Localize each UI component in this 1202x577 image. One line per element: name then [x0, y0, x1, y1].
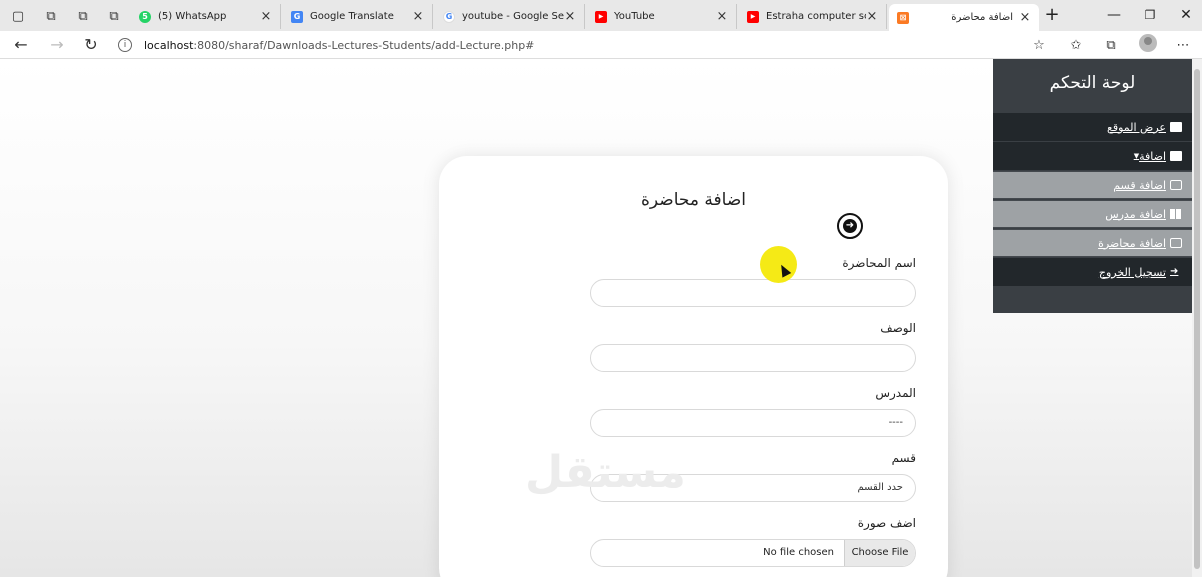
form-title: اضافة محاضرة [641, 190, 746, 210]
teacher-label: المدرس [875, 386, 916, 400]
google-icon: G [443, 10, 455, 23]
minimize-icon[interactable]: — [1104, 5, 1124, 25]
window-icon [1170, 122, 1182, 132]
sidebar-item-label: اضافة [1139, 149, 1166, 163]
add-lecture-form: اضافة محاضرة ➜ اسم المحاضرة الوصف المدرس… [439, 156, 948, 577]
choose-file-button[interactable]: Choose File [844, 540, 915, 566]
whatsapp-icon: 5 [139, 10, 151, 23]
grid-icon [1170, 209, 1182, 219]
sign-out-icon: ➜ [1170, 266, 1179, 277]
address-bar: ← → ↻ i localhost:8080/sharaf/Dawnloads-… [0, 31, 1202, 59]
scrollbar-thumb[interactable] [1194, 69, 1200, 569]
tab-title: اضافة محاضرة [951, 12, 1013, 23]
tab-youtube[interactable]: ▶ YouTube × [587, 4, 737, 29]
restore-icon[interactable]: ❐ [1140, 5, 1160, 25]
close-tab-icon[interactable]: × [716, 9, 728, 24]
tab-google-translate[interactable]: G Google Translate × [283, 4, 433, 29]
forward-icon[interactable]: → [46, 34, 68, 56]
google-translate-icon: G [291, 10, 303, 23]
pinned-tab-icon[interactable]: ⧉ [105, 7, 123, 25]
tab-title: Estraha computer science [766, 11, 866, 22]
profile-avatar[interactable] [1139, 34, 1157, 52]
description-label: الوصف [880, 321, 916, 335]
tab-estraha[interactable]: ▶ Estraha computer science × [739, 4, 887, 29]
close-tab-icon[interactable]: × [866, 9, 878, 24]
collections-icon[interactable]: ⧉ [1103, 38, 1119, 54]
sidebar-item-view-site[interactable]: عرض الموقع [993, 113, 1192, 141]
edit-icon [1170, 238, 1182, 248]
pinned-tab-icon[interactable]: ⧉ [42, 7, 60, 25]
more-icon[interactable]: ⋯ [1175, 38, 1191, 54]
sidebar-item-label: اضافة مدرس [1105, 207, 1166, 221]
section-label: قسم [891, 451, 916, 465]
tab-whatsapp[interactable]: 5 (5) WhatsApp × [131, 4, 281, 29]
sidebar-item-label: اضافة محاضرة [1098, 236, 1166, 250]
close-tab-icon[interactable]: × [412, 9, 424, 24]
xampp-icon: ⊠ [897, 11, 909, 24]
sidebar-item-add-teacher[interactable]: اضافة مدرس [993, 200, 1192, 228]
tab-title: (5) WhatsApp [158, 11, 227, 22]
favorites-icon[interactable]: ✩ [1068, 38, 1084, 54]
url-field[interactable]: i localhost:8080/sharaf/Dawnloads-Lectur… [118, 35, 1058, 55]
refresh-icon[interactable]: ↻ [80, 34, 102, 56]
youtube-icon: ▶ [747, 10, 759, 23]
sidebar-item-label: اضافة قسم [1113, 178, 1166, 192]
cursor-highlight [760, 246, 797, 283]
youtube-icon: ▶ [595, 10, 607, 23]
url-host: localhost [144, 38, 194, 52]
close-tab-icon[interactable]: × [1019, 10, 1031, 25]
new-tab-button[interactable]: + [1042, 5, 1062, 25]
watermark: مستقل [525, 447, 686, 498]
image-file-input[interactable]: No file chosen Choose File [590, 539, 916, 567]
sidebar-item-add-section[interactable]: اضافة قسم [993, 171, 1192, 199]
tab-title: Google Translate [310, 11, 394, 22]
file-status: No file chosen [763, 547, 834, 558]
card-icon [1170, 151, 1182, 161]
teacher-select[interactable]: ---- [590, 409, 916, 437]
sidebar-item-label: تسجيل الخروج [1098, 265, 1166, 279]
tab-bar: ▢ ⧉ ⧉ ⧉ 5 (5) WhatsApp × G Google Transl… [0, 0, 1202, 31]
url-path: :8080/sharaf/Dawnloads-Lectures-Students… [193, 38, 535, 52]
sidebar-title: لوحة التحكم [1049, 73, 1136, 93]
close-window-icon[interactable]: ✕ [1176, 5, 1196, 25]
edit-icon [1170, 180, 1182, 190]
tab-google-search[interactable]: G youtube - Google Search × [435, 4, 585, 29]
lecture-name-label: اسم المحاضرة [842, 256, 916, 270]
arrow-circle-right-icon[interactable]: ➜ [837, 213, 863, 239]
control-panel-sidebar: لوحة التحكم عرض الموقع ▼ اضافة اضافة قسم… [993, 59, 1192, 313]
back-icon[interactable]: ← [10, 34, 32, 56]
sidebar-item-label: عرض الموقع [1107, 120, 1166, 134]
image-label: اضف صورة [857, 516, 916, 530]
tab-title: youtube - Google Search [462, 11, 564, 22]
workspaces-icon[interactable]: ▢ [9, 7, 27, 25]
tab-title: YouTube [614, 11, 655, 22]
info-icon[interactable]: i [118, 38, 132, 52]
sidebar-item-add[interactable]: ▼ اضافة [993, 142, 1192, 170]
favorite-add-icon[interactable]: ☆ [1031, 38, 1047, 54]
close-tab-icon[interactable]: × [564, 9, 576, 24]
pinned-tab-icon[interactable]: ⧉ [74, 7, 92, 25]
tab-add-lecture[interactable]: ⊠ اضافة محاضرة × [889, 4, 1039, 31]
page-scrollbar[interactable] [1192, 59, 1202, 577]
description-input[interactable] [590, 344, 916, 372]
close-tab-icon[interactable]: × [260, 9, 272, 24]
sidebar-item-add-lecture[interactable]: اضافة محاضرة [993, 229, 1192, 257]
sidebar-item-logout[interactable]: تسجيل الخروج ➜ [993, 258, 1192, 286]
lecture-name-input[interactable] [590, 279, 916, 307]
